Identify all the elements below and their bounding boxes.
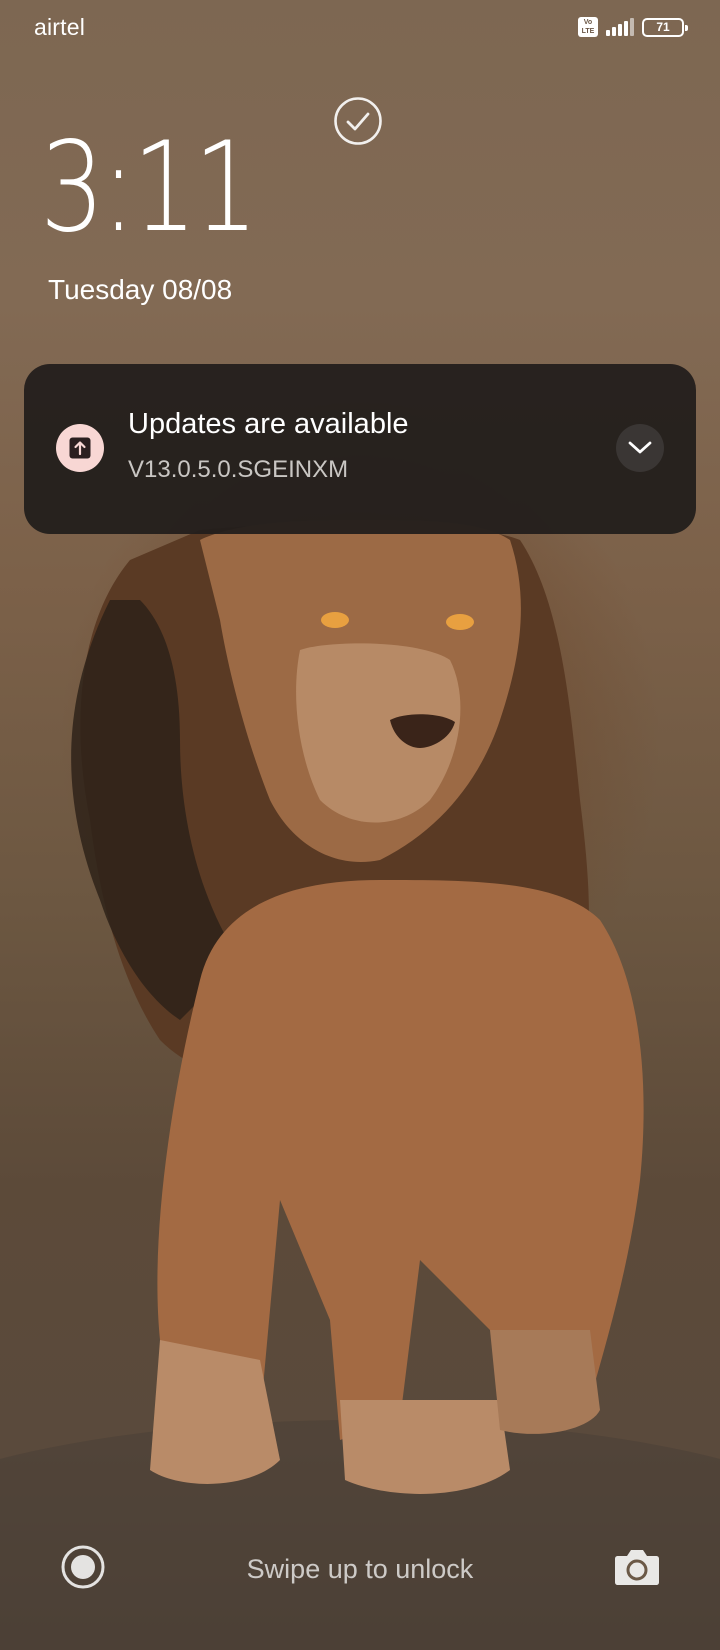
- battery-level: 71: [656, 20, 670, 34]
- lock-screen[interactable]: airtel Vo LTE 71 3:11 Tuesday 08/08 Upda…: [0, 0, 720, 1650]
- camera-icon[interactable]: [614, 1546, 660, 1586]
- upload-icon: [56, 424, 104, 472]
- clock-date: Tuesday 08/08: [48, 274, 233, 305]
- update-notification[interactable]: Updates are available V13.0.5.0.SGEINXM: [24, 364, 696, 534]
- signal-icon: [606, 18, 634, 36]
- volte-icon: Vo LTE: [578, 17, 598, 37]
- clock-time: 3:11: [40, 116, 259, 260]
- bottom-bar: Swipe up to unlock: [0, 1536, 720, 1596]
- battery-icon: 71: [642, 17, 688, 37]
- status-icons: Vo LTE 71: [578, 16, 688, 38]
- status-bar: airtel Vo LTE 71: [0, 0, 720, 56]
- carrier-name: airtel: [34, 14, 86, 40]
- notification-title: Updates are available: [128, 408, 409, 440]
- notification-subtitle: V13.0.5.0.SGEINXM: [128, 456, 349, 483]
- chevron-down-icon[interactable]: [616, 424, 664, 472]
- swipe-up-hint: Swipe up to unlock: [246, 1554, 474, 1584]
- check-circle-icon: [333, 96, 383, 146]
